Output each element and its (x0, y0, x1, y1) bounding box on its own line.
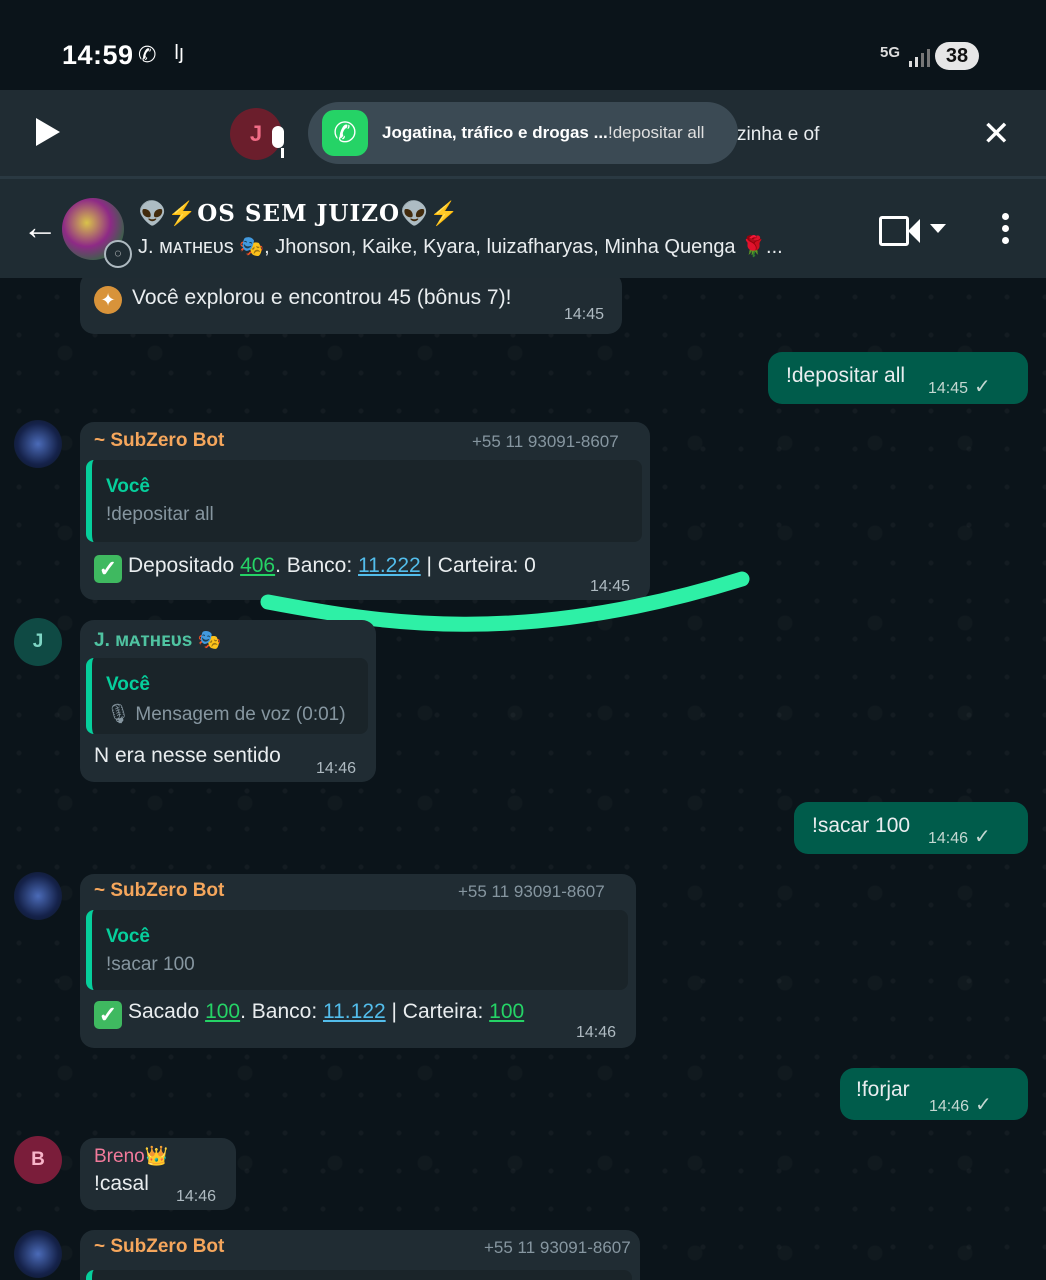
avatar[interactable] (14, 872, 62, 920)
clock: 14:59 (62, 40, 134, 70)
quoted-message[interactable]: Você 🎙 Mensagem de voz (0:01) (86, 658, 368, 734)
message-time: 14:45 ✓ (928, 376, 991, 398)
message-bubble[interactable]: J. ᴍᴀᴛʜᴇᴜs 🎭 Você 🎙 Mensagem de voz (0:0… (80, 620, 376, 782)
back-arrow-icon[interactable]: ← (22, 206, 58, 248)
sent-check-icon: ✓ (974, 826, 991, 848)
quoted-message[interactable] (86, 1270, 632, 1280)
chevron-down-icon[interactable] (930, 224, 946, 233)
avatar[interactable] (14, 1230, 62, 1278)
message-text: N era nesse sentido (94, 744, 281, 767)
microphone-icon (272, 126, 284, 148)
microphone-icon: 🎙 (106, 704, 136, 725)
message-bubble-outgoing[interactable]: !sacar 100 14:46 ✓ (794, 802, 1028, 854)
sent-check-icon: ✓ (975, 1094, 992, 1116)
notification-title: Jogatina, tráfico e drogas ... (382, 123, 608, 142)
sender-phone: +55 11 93091-8607 (458, 882, 605, 901)
message-text: Você explorou e encontrou 45 (bônus 7)! (132, 286, 512, 309)
message-time: 14:46 ✓ (928, 826, 991, 848)
sender-phone: +55 11 93091-8607 (484, 1238, 631, 1257)
avatar[interactable]: B (14, 1136, 62, 1184)
sender-name[interactable]: J. ᴍᴀᴛʜᴇᴜs 🎭 (94, 628, 221, 652)
message-bubble[interactable]: ~ SubZero Bot +55 11 93091-8607 Você !sa… (80, 874, 636, 1048)
play-icon[interactable] (36, 118, 60, 146)
whatsapp-logo-icon: ✆ (322, 110, 368, 156)
check-mark-icon: ✓ (94, 555, 122, 583)
quote-author: Você (106, 674, 151, 695)
sender-name[interactable]: ~ SubZero Bot (94, 1236, 224, 1258)
message-text: !forjar (856, 1078, 910, 1101)
quoted-message[interactable]: Você !sacar 100 (86, 910, 628, 990)
notification-icon: ǀȷ (174, 42, 184, 64)
message-time: 14:46 (576, 1024, 617, 1041)
microphone-stand (281, 148, 284, 158)
overflow-text: zinha e of (737, 124, 820, 145)
message-time: 14:45 (590, 578, 631, 595)
avatar[interactable] (14, 420, 62, 468)
message-time: 14:46 (176, 1188, 217, 1205)
bank-balance-link: 11.222 (358, 554, 421, 577)
message-bubble[interactable]: Breno👑 !casal 14:46 (80, 1138, 236, 1210)
group-name[interactable]: 👽⚡OS SEM JUIZO👽⚡ (138, 200, 459, 227)
close-icon[interactable]: ✕ (982, 116, 1011, 152)
quote-author: Você (106, 926, 151, 947)
message-text: !casal (94, 1172, 149, 1195)
message-text: !depositar all (786, 364, 906, 387)
signal-icon (909, 49, 930, 67)
message-text: ✓ Sacado 100. Banco: 11.122 | Carteira: 1… (94, 1000, 524, 1029)
more-options-icon[interactable] (1002, 213, 1010, 249)
video-call-icon[interactable] (879, 216, 920, 246)
deposit-amount: 406 (240, 554, 276, 577)
sender-name[interactable]: ~ SubZero Bot (94, 430, 224, 452)
battery-indicator: 38 (935, 42, 979, 70)
quote-text: 🎙 Mensagem de voz (0:01) (106, 704, 346, 725)
message-time: 14:46 (316, 760, 357, 777)
message-bubble-outgoing[interactable]: !forjar 14:46 ✓ (840, 1068, 1028, 1120)
message-bubble[interactable]: ~ SubZero Bot +55 11 93091-8607 (80, 1230, 640, 1280)
sender-name[interactable]: ~ SubZero Bot (94, 880, 224, 902)
compass-icon: ✦ (94, 286, 122, 314)
message-bubble-outgoing[interactable]: !depositar all 14:45 ✓ (768, 352, 1028, 404)
group-members[interactable]: J. ᴍᴀᴛʜᴇᴜs 🎭, Jhonson, Kaike, Kyara, lui… (138, 234, 838, 259)
network-label: 5G (880, 44, 901, 61)
sent-check-icon: ✓ (974, 376, 991, 398)
wallet-amount: 100 (489, 1000, 525, 1023)
status-bar: 14:59 ✆ ǀȷ 5G 38 (0, 0, 1046, 90)
message-bubble[interactable]: ~ SubZero Bot +55 11 93091-8607 Você !de… (80, 422, 650, 600)
notification-message: !depositar all (608, 123, 705, 142)
quoted-message[interactable]: Você !depositar all (86, 460, 642, 542)
quote-text: !depositar all (106, 504, 214, 525)
sender-phone: +55 11 93091-8607 (472, 432, 619, 451)
community-badge-icon: ◌ (104, 240, 132, 268)
withdraw-amount: 100 (205, 1000, 241, 1023)
sender-name[interactable]: Breno👑 (94, 1144, 168, 1168)
message-time: 14:45 (564, 306, 605, 323)
avatar[interactable]: J (14, 618, 62, 666)
quote-author: Você (106, 476, 151, 497)
chat-area[interactable]: ✦ Você explorou e encontrou 45 (bônus 7)… (0, 278, 1046, 1280)
message-bubble[interactable]: ✦ Você explorou e encontrou 45 (bônus 7)… (80, 278, 622, 334)
check-mark-icon: ✓ (94, 1001, 122, 1029)
quote-text: !sacar 100 (106, 954, 195, 975)
message-text: !sacar 100 (812, 814, 911, 837)
whatsapp-notification-icon: ✆ (138, 42, 157, 67)
bank-balance-link: 11.122 (323, 1000, 386, 1023)
message-time: 14:46 ✓ (929, 1094, 992, 1116)
message-text: ✓ Depositado 406. Banco: 11.222 | Carteir… (94, 554, 536, 583)
